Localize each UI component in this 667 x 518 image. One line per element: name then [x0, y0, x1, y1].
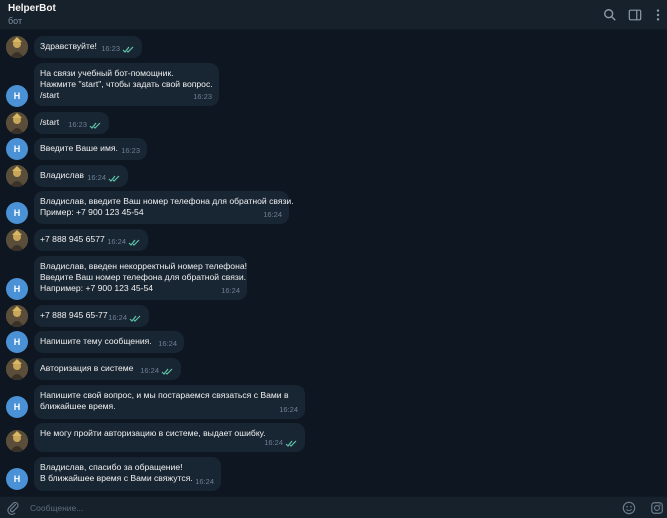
message-bubble[interactable]: Напишите тему сообщения. 16:24 [34, 331, 184, 353]
double-check-icon [89, 122, 101, 129]
message-time: 16:24 [221, 285, 240, 295]
message-time: 16:24 [195, 476, 214, 486]
user-avatar[interactable] [6, 358, 28, 380]
start-command-link[interactable]: /start [40, 90, 212, 101]
message-bubble[interactable]: Не могу пройти авторизацию в системе, вы… [34, 423, 305, 452]
bot-avatar[interactable]: H [6, 202, 28, 224]
user-avatar[interactable] [6, 112, 28, 134]
user-avatar[interactable] [6, 229, 28, 251]
message-text: Владислав, спасибо за обращение! [40, 462, 183, 472]
message-time: 16:24 [158, 338, 177, 348]
user-avatar[interactable] [6, 430, 28, 452]
message-time: 16:24 [108, 312, 127, 322]
message-text: Напишите свой вопрос, и мы постараемся с… [40, 390, 289, 400]
search-icon[interactable] [602, 7, 618, 23]
double-check-icon [108, 175, 120, 182]
message-time: 16:24 [263, 209, 282, 219]
message-time: 16:24 [140, 365, 159, 375]
message-time: 16:24 [87, 172, 106, 182]
message-time: 16:23 [193, 91, 212, 101]
message-text: Нажмите "start", чтобы задать свой вопро… [40, 79, 213, 90]
bot-avatar[interactable]: H [6, 396, 28, 418]
message-time: 16:23 [121, 145, 140, 155]
message-bubble[interactable]: /start 16:23 [34, 112, 109, 134]
user-avatar[interactable] [6, 36, 28, 58]
message-text: Не могу пройти авторизацию в системе, вы… [40, 428, 266, 438]
double-check-icon [128, 239, 140, 246]
message-text: ближайшее время. [40, 401, 116, 412]
double-check-icon [161, 368, 173, 375]
chat-title[interactable]: HelperBot [8, 3, 56, 14]
message-bubble[interactable]: Владислав, введите Ваш номер телефона дл… [34, 191, 294, 224]
message-text: Владислав, введен некорректный номер тел… [40, 261, 247, 271]
message-list[interactable]: Здравствуйте! 16:23 H На связи учебный б… [0, 30, 667, 496]
message-bubble[interactable]: Здравствуйте! 16:23 [34, 36, 142, 58]
chat-header: HelperBot бот [0, 0, 667, 30]
attach-icon[interactable] [6, 501, 20, 515]
message-time: 16:24 [264, 437, 283, 447]
message-bubble[interactable]: Введите Ваше имя. 16:23 [34, 138, 147, 160]
message-input[interactable] [30, 500, 590, 516]
message-text: Здравствуйте! [40, 41, 97, 51]
message-composer [0, 496, 667, 518]
message-bubble[interactable]: +7 888 945 65-77 16:24 [34, 305, 149, 327]
message-text: Напишите тему сообщения. [40, 336, 152, 346]
message-bubble[interactable]: Напишите свой вопрос, и мы постараемся с… [34, 385, 305, 419]
bot-avatar[interactable]: H [6, 331, 28, 353]
message-bubble[interactable]: На связи учебный бот-помощник. Нажмите "… [34, 63, 219, 106]
double-check-icon [129, 315, 141, 322]
message-text: Владислав, введите Ваш номер телефона дл… [40, 196, 294, 206]
message-time: 16:23 [68, 119, 87, 129]
message-text: На связи учебный бот-помощник. [40, 68, 174, 78]
emoji-icon[interactable] [622, 501, 636, 515]
bot-avatar[interactable]: H [6, 85, 28, 107]
user-avatar[interactable] [6, 165, 28, 187]
bot-avatar[interactable]: H [6, 278, 28, 300]
chat-subtitle: бот [8, 16, 23, 26]
bot-avatar[interactable]: H [6, 138, 28, 160]
sidebar-toggle-icon[interactable] [627, 7, 643, 23]
message-time: 16:24 [107, 236, 126, 246]
message-time: 16:24 [279, 404, 298, 414]
message-bubble[interactable]: Авторизация в системе 16:24 [34, 358, 181, 380]
message-bubble[interactable]: +7 888 945 6577 16:24 [34, 229, 148, 251]
message-text: Введите Ваш номер телефона для обратной … [40, 272, 247, 283]
message-bubble[interactable]: Владислав 16:24 [34, 165, 128, 187]
double-check-icon [122, 46, 134, 53]
message-bubble[interactable]: Владислав, спасибо за обращение! В ближа… [34, 457, 221, 491]
bot-avatar[interactable]: H [6, 468, 28, 490]
more-vert-icon[interactable] [650, 7, 666, 23]
message-text: В ближайшее время с Вами свяжутся. [40, 473, 193, 484]
sticker-icon[interactable] [650, 501, 664, 515]
message-text: Например: +7 900 123 45-54 [40, 283, 154, 294]
message-bubble[interactable]: Владислав, введен некорректный номер тел… [34, 256, 247, 300]
message-text: Пример: +7 900 123 45-54 [40, 207, 144, 218]
double-check-icon [285, 440, 297, 447]
message-time: 16:23 [101, 43, 120, 53]
user-avatar[interactable] [6, 305, 28, 327]
